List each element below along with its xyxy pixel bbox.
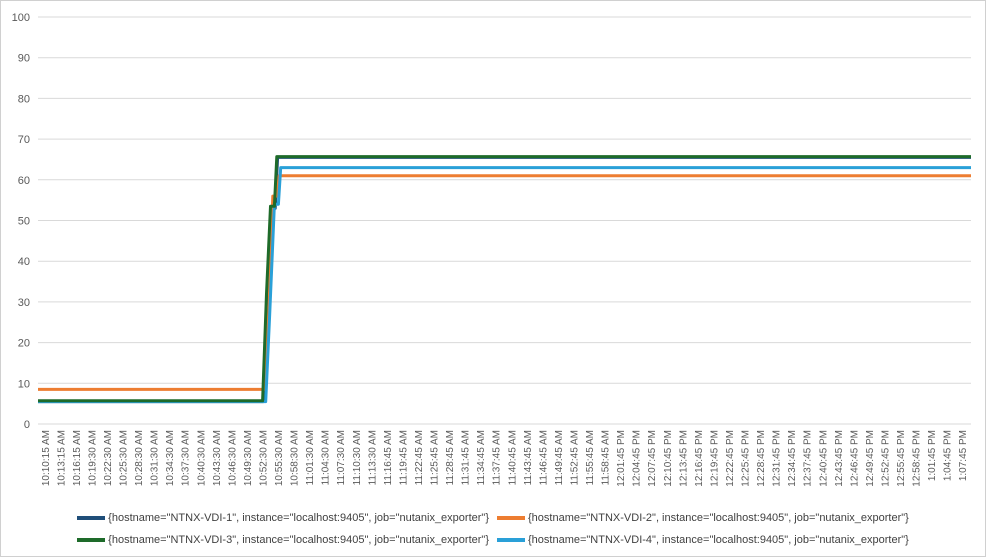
x-tick-label: 10:37:30 AM: [181, 430, 192, 486]
x-tick-label: 11:43:45 AM: [523, 430, 534, 485]
x-tick-label: 10:25:30 AM: [119, 430, 130, 486]
x-tick-label: 1:04:45 PM: [943, 430, 954, 481]
x-tick-label: 11:19:45 AM: [398, 430, 409, 485]
x-tick-label: 12:10:45 PM: [663, 430, 674, 487]
x-tick-label: 11:10:30 AM: [352, 430, 363, 485]
x-tick-label: 12:49:45 PM: [865, 430, 876, 487]
x-tick-label: 12:37:45 PM: [803, 430, 814, 487]
y-tick-label: 40: [18, 256, 30, 268]
x-tick-label: 11:28:45 AM: [445, 430, 456, 485]
x-tick-label: 11:52:45 AM: [569, 430, 580, 485]
x-tick-label: 11:58:45 AM: [601, 430, 612, 485]
legend-row: {hostname="NTNX-VDI-3", instance="localh…: [1, 529, 985, 551]
x-tick-label: 12:40:45 PM: [818, 430, 829, 487]
legend-label: {hostname="NTNX-VDI-2", instance="localh…: [528, 512, 909, 524]
legend-label: {hostname="NTNX-VDI-4", instance="localh…: [528, 534, 909, 546]
x-tick-label: 10:16:15 AM: [72, 430, 83, 486]
legend-swatch: [497, 538, 525, 542]
x-tick-label: 11:40:45 AM: [507, 430, 518, 485]
x-tick-label: 10:46:30 AM: [227, 430, 238, 486]
legend-item: {hostname="NTNX-VDI-2", instance="localh…: [497, 512, 909, 524]
y-tick-label: 50: [18, 216, 30, 228]
x-tick-label: 12:28:45 PM: [756, 430, 767, 487]
y-tick-label: 70: [18, 134, 30, 146]
legend-swatch: [77, 516, 106, 520]
x-tick-label: 11:01:30 AM: [305, 430, 316, 485]
legend-swatch: [497, 516, 525, 520]
x-tick-label: 12:07:45 PM: [647, 430, 658, 487]
x-tick-label: 12:01:45 PM: [616, 430, 627, 487]
x-tick-label: 12:25:45 PM: [741, 430, 752, 487]
x-tick-label: 11:16:45 AM: [383, 430, 394, 485]
x-tick-label: 11:22:45 AM: [414, 430, 425, 485]
legend-label: {hostname="NTNX-VDI-1", instance="localh…: [108, 512, 489, 524]
x-tick-label: 12:34:45 PM: [787, 430, 798, 487]
series-line-3: [38, 155, 971, 403]
y-tick-label: 20: [18, 338, 30, 350]
x-tick-label: 12:04:45 PM: [632, 430, 643, 487]
x-tick-label: 10:58:30 AM: [290, 430, 301, 486]
x-tick-label: 12:22:45 PM: [725, 430, 736, 487]
y-tick-label: 90: [18, 53, 30, 65]
x-tick-label: 10:49:30 AM: [243, 430, 254, 486]
series-line-4: [38, 166, 971, 404]
legend-item: {hostname="NTNX-VDI-1", instance="localh…: [77, 512, 489, 524]
x-tick-label: 10:19:30 AM: [87, 430, 98, 486]
line-chart: 0 10 20 30 40 50 60 70 80 90 100 10:10:15 AM 10:13:1…: [12, 12, 971, 487]
x-tick-label: 10:22:30 AM: [103, 430, 114, 486]
x-tick-label: 11:37:45 AM: [492, 430, 503, 485]
x-tick-label: 11:31:45 AM: [461, 430, 472, 485]
x-tick-label: 10:52:30 AM: [258, 430, 269, 486]
x-tick-label: 12:52:45 PM: [880, 430, 891, 487]
x-tick-label: 12:43:45 PM: [834, 430, 845, 487]
x-tick-label: 12:19:45 PM: [709, 430, 720, 487]
x-tick-label: 10:55:30 AM: [274, 430, 285, 486]
x-tick-label: 11:49:45 AM: [554, 430, 565, 485]
x-tick-label: 12:13:45 PM: [678, 430, 689, 487]
x-tick-label: 11:04:30 AM: [321, 430, 332, 485]
y-tick-label: 0: [24, 419, 30, 431]
x-tick-label: 10:31:30 AM: [150, 430, 161, 486]
series-line-2: [38, 174, 971, 391]
x-tick-label: 10:43:30 AM: [212, 430, 223, 486]
y-tick-label: 10: [18, 378, 30, 390]
y-tick-label: 100: [12, 12, 30, 24]
x-tick-label: 10:10:15 AM: [41, 430, 52, 486]
x-tick-label: 11:13:30 AM: [367, 430, 378, 485]
y-tick-label: 80: [18, 93, 30, 105]
chart-container: 0 10 20 30 40 50 60 70 80 90 100 10:10:15 AM 10:13:1…: [0, 0, 986, 557]
x-tick-label: 12:31:45 PM: [772, 430, 783, 487]
x-tick-label: 10:40:30 AM: [196, 430, 207, 486]
x-tick-label: 12:46:45 PM: [849, 430, 860, 487]
legend-swatch: [77, 538, 106, 542]
y-tick-label: 30: [18, 297, 30, 309]
series-line-1: [38, 155, 971, 404]
x-tick-label: 11:07:30 AM: [336, 430, 347, 485]
x-tick-label: 12:55:45 PM: [896, 430, 907, 487]
x-tick-label: 11:34:45 AM: [476, 430, 487, 485]
x-tick-label: 11:25:45 AM: [430, 430, 441, 485]
x-tick-label: 10:34:30 AM: [165, 430, 176, 486]
legend-item: {hostname="NTNX-VDI-3", instance="localh…: [77, 534, 489, 546]
x-tick-label: 10:28:30 AM: [134, 430, 145, 486]
x-tick-label: 11:46:45 AM: [538, 430, 549, 485]
x-tick-label: 1:01:45 PM: [927, 430, 938, 481]
x-tick-label: 12:58:45 PM: [912, 430, 923, 487]
legend-item: {hostname="NTNX-VDI-4", instance="localh…: [497, 534, 909, 546]
x-tick-label: 1:07:45 PM: [958, 430, 969, 481]
x-tick-label: 12:16:45 PM: [694, 430, 705, 487]
x-tick-label: 11:55:45 AM: [585, 430, 596, 485]
legend-label: {hostname="NTNX-VDI-3", instance="localh…: [108, 534, 489, 546]
legend: {hostname="NTNX-VDI-1", instance="localh…: [1, 507, 985, 551]
y-tick-label: 60: [18, 175, 30, 187]
legend-row: {hostname="NTNX-VDI-1", instance="localh…: [1, 507, 985, 529]
x-tick-label: 10:13:15 AM: [56, 430, 67, 486]
